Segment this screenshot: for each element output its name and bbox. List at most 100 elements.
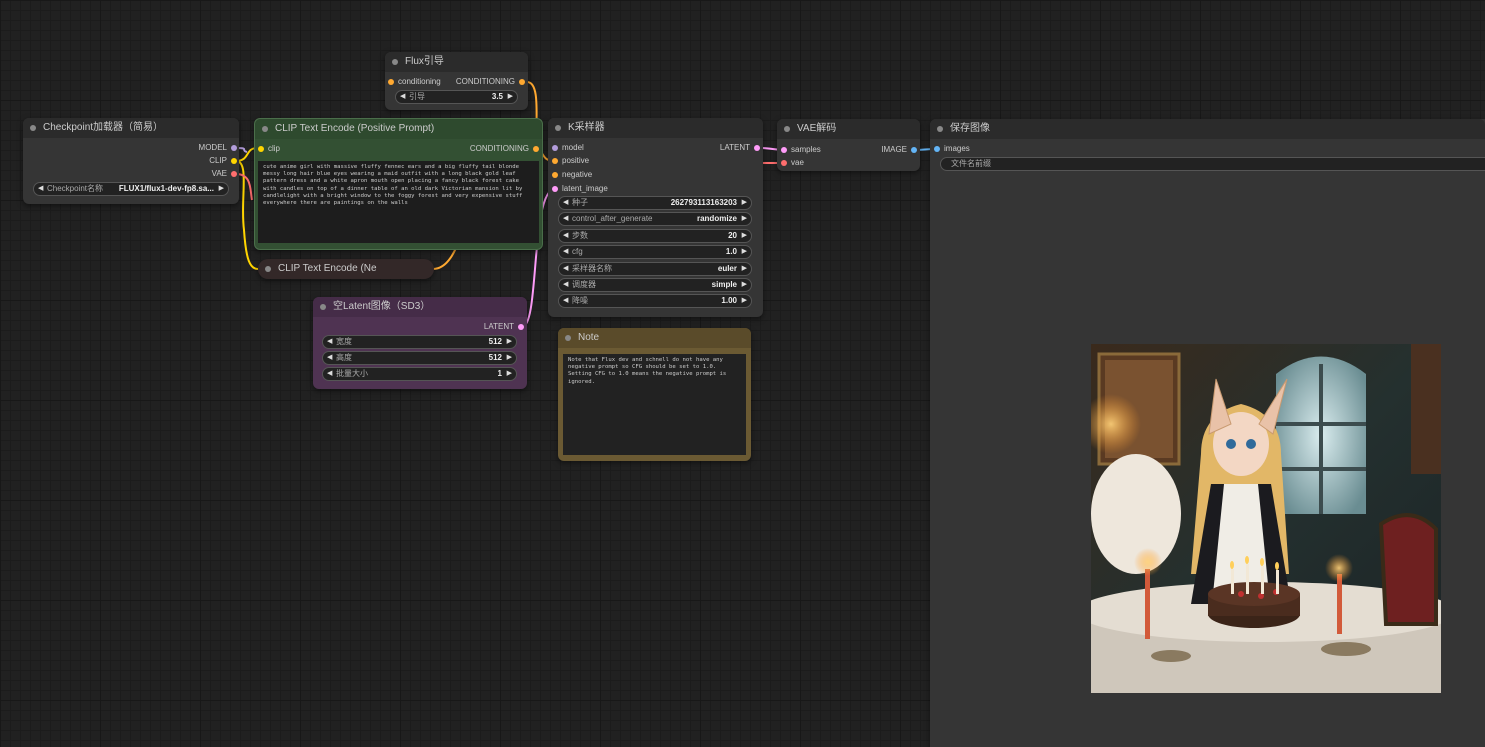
sampler-name-widget[interactable]: ◀ 采样器名称 euler ▶ — [558, 262, 752, 276]
input-slot-samples[interactable]: samples — [781, 144, 821, 156]
node-title: Note — [558, 328, 751, 348]
clip-positive-node[interactable]: CLIP Text Encode (Positive Prompt) clip … — [254, 118, 543, 250]
generated-image-preview[interactable] — [1091, 344, 1441, 693]
input-slot-negative[interactable]: negative — [552, 169, 592, 181]
input-slot-conditioning[interactable]: conditioning — [388, 76, 441, 88]
pin-icon[interactable] — [519, 79, 525, 85]
guidance-widget[interactable]: ◀ 引导 3.5 ▶ — [395, 90, 518, 104]
collapse-dot-icon[interactable] — [565, 335, 571, 341]
filename-prefix-widget[interactable]: 文件名前缀 — [940, 157, 1485, 171]
pin-icon[interactable] — [533, 146, 539, 152]
pin-icon[interactable] — [388, 79, 394, 85]
right-triangle-icon[interactable]: ▶ — [742, 279, 747, 291]
left-triangle-icon[interactable]: ◀ — [563, 263, 568, 275]
right-triangle-icon[interactable]: ▶ — [742, 295, 747, 307]
output-slot-model[interactable]: MODEL — [199, 142, 237, 154]
output-slot-latent[interactable]: LATENT — [484, 321, 524, 333]
left-triangle-icon[interactable]: ◀ — [563, 246, 568, 258]
node-title: Flux引导 — [385, 52, 528, 72]
checkpoint-name-widget[interactable]: ◀ Checkpoint名称 FLUX1/flux1-dev-fp8.sa...… — [33, 182, 229, 196]
collapse-dot-icon[interactable] — [937, 126, 943, 132]
collapse-dot-icon[interactable] — [265, 266, 271, 272]
pin-icon[interactable] — [781, 160, 787, 166]
right-triangle-icon[interactable]: ▶ — [742, 263, 747, 275]
input-slot-vae[interactable]: vae — [781, 157, 804, 169]
left-triangle-icon[interactable]: ◀ — [563, 230, 568, 242]
right-triangle-icon[interactable]: ▶ — [507, 368, 512, 380]
right-triangle-icon[interactable]: ▶ — [742, 230, 747, 242]
flux-guidance-node[interactable]: Flux引导 conditioning CONDITIONING ◀ 引导 3.… — [385, 52, 528, 110]
right-triangle-icon[interactable]: ▶ — [742, 197, 747, 209]
empty-latent-node[interactable]: 空Latent图像（SD3） LATENT ◀ 宽度 512 ▶ ◀ 高度 512 ▶ ◀ 批… — [313, 297, 527, 389]
output-slot-conditioning[interactable]: CONDITIONING — [456, 76, 525, 88]
pin-icon[interactable] — [518, 324, 524, 330]
node-title: Checkpoint加载器（简易） — [23, 118, 239, 138]
output-slot-conditioning[interactable]: CONDITIONING — [470, 143, 539, 155]
left-triangle-icon[interactable]: ◀ — [400, 91, 405, 103]
node-title: 保存图像 — [930, 119, 1485, 139]
left-triangle-icon[interactable]: ◀ — [563, 279, 568, 291]
pin-icon[interactable] — [911, 147, 917, 153]
input-slot-model[interactable]: model — [552, 142, 584, 154]
note-textarea[interactable]: Note that Flux dev and schnell do not ha… — [563, 354, 746, 455]
pin-icon[interactable] — [934, 146, 940, 152]
input-slot-clip[interactable]: clip — [258, 143, 280, 155]
control-after-generate-widget[interactable]: ◀ control_after_generate randomize ▶ — [558, 212, 752, 226]
left-triangle-icon[interactable]: ◀ — [327, 352, 332, 364]
batch-size-widget[interactable]: ◀ 批量大小 1 ▶ — [322, 367, 517, 381]
input-slot-latent-image[interactable]: latent_image — [552, 183, 608, 195]
pin-icon[interactable] — [552, 186, 558, 192]
preview-illustration — [1091, 344, 1441, 693]
ksampler-node[interactable]: K采样器 model positive negative latent_imag… — [548, 118, 763, 317]
pin-icon[interactable] — [552, 158, 558, 164]
width-widget[interactable]: ◀ 宽度 512 ▶ — [322, 335, 517, 349]
pin-icon[interactable] — [552, 145, 558, 151]
right-triangle-icon[interactable]: ▶ — [742, 246, 747, 258]
node-title: K采样器 — [548, 118, 763, 138]
left-triangle-icon[interactable]: ◀ — [563, 213, 568, 225]
output-slot-clip[interactable]: CLIP — [209, 155, 237, 167]
pin-icon[interactable] — [754, 145, 760, 151]
pin-icon[interactable] — [781, 147, 787, 153]
seed-widget[interactable]: ◀ 种子 262793113163203 ▶ — [558, 196, 752, 210]
output-slot-vae[interactable]: VAE — [212, 168, 237, 180]
pin-icon[interactable] — [231, 158, 237, 164]
node-title: VAE解码 — [777, 119, 920, 139]
clip-negative-node[interactable]: CLIP Text Encode (Ne — [258, 259, 434, 279]
cfg-widget[interactable]: ◀ cfg 1.0 ▶ — [558, 245, 752, 259]
node-title: CLIP Text Encode (Positive Prompt) — [255, 119, 542, 139]
input-slot-positive[interactable]: positive — [552, 155, 589, 167]
right-triangle-icon[interactable]: ▶ — [742, 213, 747, 225]
left-triangle-icon[interactable]: ◀ — [327, 368, 332, 380]
collapse-dot-icon[interactable] — [784, 126, 790, 132]
node-title: CLIP Text Encode (Ne — [258, 259, 434, 279]
pin-icon[interactable] — [552, 172, 558, 178]
denoise-widget[interactable]: ◀ 降噪 1.00 ▶ — [558, 294, 752, 308]
right-triangle-icon[interactable]: ▶ — [508, 91, 513, 103]
checkpoint-loader-node[interactable]: Checkpoint加载器（简易） MODEL CLIP VAE ◀ Check… — [23, 118, 239, 204]
pin-icon[interactable] — [231, 145, 237, 151]
collapse-dot-icon[interactable] — [392, 59, 398, 65]
collapse-dot-icon[interactable] — [555, 125, 561, 131]
input-slot-images[interactable]: images — [934, 143, 970, 155]
vae-decode-node[interactable]: VAE解码 samples vae IMAGE — [777, 119, 920, 171]
steps-widget[interactable]: ◀ 步数 20 ▶ — [558, 229, 752, 243]
right-triangle-icon[interactable]: ▶ — [219, 183, 224, 195]
right-triangle-icon[interactable]: ▶ — [507, 336, 512, 348]
collapse-dot-icon[interactable] — [30, 125, 36, 131]
output-slot-image[interactable]: IMAGE — [881, 144, 917, 156]
left-triangle-icon[interactable]: ◀ — [563, 295, 568, 307]
right-triangle-icon[interactable]: ▶ — [507, 352, 512, 364]
left-triangle-icon[interactable]: ◀ — [38, 183, 43, 195]
left-triangle-icon[interactable]: ◀ — [563, 197, 568, 209]
height-widget[interactable]: ◀ 高度 512 ▶ — [322, 351, 517, 365]
pin-icon[interactable] — [231, 171, 237, 177]
pin-icon[interactable] — [258, 146, 264, 152]
collapse-dot-icon[interactable] — [262, 126, 268, 132]
collapse-dot-icon[interactable] — [320, 304, 326, 310]
prompt-textarea[interactable]: cute anime girl with massive fluffy fenn… — [258, 161, 539, 243]
note-node[interactable]: Note Note that Flux dev and schnell do n… — [558, 328, 751, 461]
output-slot-latent[interactable]: LATENT — [720, 142, 760, 154]
left-triangle-icon[interactable]: ◀ — [327, 336, 332, 348]
scheduler-widget[interactable]: ◀ 调度器 simple ▶ — [558, 278, 752, 292]
